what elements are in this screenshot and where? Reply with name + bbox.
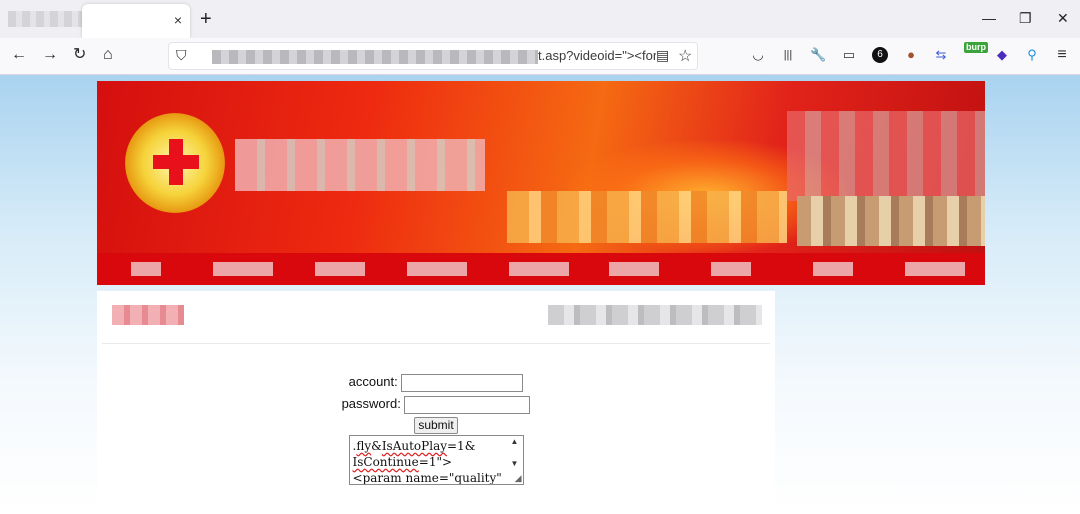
purple-diamond-icon[interactable]: ◆ [994, 47, 1010, 63]
site-nav-bar [97, 253, 985, 285]
injected-login-form: account: password: submit .fly&IsAutoPla… [97, 371, 775, 488]
navigation-toolbar: ← → ↻ ⌂ ⛉ t.asp?videoid="><form action="… [0, 38, 1080, 75]
red-cross-horizontal [153, 155, 199, 169]
site-nav-item[interactable] [813, 262, 853, 276]
submit-button[interactable]: submit [414, 417, 458, 434]
account-input[interactable] [401, 373, 524, 392]
forward-arrow-icon[interactable]: → [42, 46, 58, 64]
new-tab-button[interactable]: + [200, 8, 212, 30]
site-nav-item[interactable] [131, 262, 161, 276]
scroll-up-icon[interactable]: ▲ [511, 437, 519, 447]
address-bar[interactable]: ⛉ t.asp?videoid="><form action="http://1… [168, 42, 698, 70]
scroll-down-icon[interactable]: ▼ [511, 459, 519, 469]
web-page: account: password: submit .fly&IsAutoPla… [0, 75, 1080, 514]
site-nav-item[interactable] [213, 262, 273, 276]
password-label: password: [341, 396, 401, 411]
textarea-line: .fly&IsAutoPlay=1& [352, 439, 476, 453]
active-tab[interactable]: × [82, 4, 190, 38]
password-row: password: [97, 393, 775, 415]
back-arrow-icon[interactable]: ← [11, 46, 27, 64]
redacted-breadcrumb [548, 305, 762, 325]
burp-icon[interactable]: burp [964, 42, 988, 53]
banner-redacted-title [235, 139, 485, 191]
banner-redacted-buildings [797, 196, 985, 246]
account-label: account: [348, 374, 398, 389]
reader-view-icon[interactable]: ▤ [656, 47, 669, 64]
tab-close-icon[interactable]: × [174, 12, 182, 28]
background-tab[interactable] [8, 11, 82, 27]
site-nav-item[interactable] [711, 262, 751, 276]
site-nav-item[interactable] [609, 262, 659, 276]
wrench-icon[interactable]: 🔧 [810, 47, 826, 63]
url-text[interactable]: t.asp?videoid="><form action="http://127… [538, 48, 656, 63]
minimize-button[interactable]: — [982, 9, 996, 27]
close-window-button[interactable]: ✕ [1057, 9, 1069, 27]
site-nav-item[interactable] [407, 262, 467, 276]
payload-textarea[interactable]: .fly&IsAutoPlay=1& IsContinue=1"> <param… [348, 435, 524, 485]
url-redacted-segment [212, 50, 538, 64]
pin-icon[interactable]: ⚲ [1024, 47, 1040, 63]
site-nav-item[interactable] [905, 262, 965, 276]
reload-icon[interactable]: ↻ [73, 46, 86, 64]
content-panel: account: password: submit .fly&IsAutoPla… [97, 291, 775, 506]
site-nav-item[interactable] [315, 262, 365, 276]
textarea-line: IsContinue=1"> [352, 455, 453, 469]
site-nav-item[interactable] [509, 262, 569, 276]
banner-redacted-slogan [507, 191, 787, 243]
sync-icon[interactable]: ⇆ [933, 47, 949, 63]
site-banner [97, 81, 985, 285]
banner-redacted-image [787, 111, 985, 201]
redacted-section-title [112, 305, 184, 325]
home-icon[interactable]: ⌂ [103, 46, 113, 64]
password-input[interactable] [404, 395, 531, 414]
content-header [102, 291, 770, 344]
bookmark-star-icon[interactable]: ☆ [678, 46, 692, 66]
textarea-line: <param name="quality" [352, 471, 502, 485]
pocket-icon[interactable]: ◡ [750, 47, 766, 63]
cookie-icon[interactable]: ● [903, 47, 919, 63]
restore-button[interactable]: ❐ [1019, 9, 1032, 27]
library-icon[interactable]: ||| [780, 47, 796, 63]
menu-icon[interactable]: ≡ [1054, 47, 1070, 63]
tab-strip: × + — ❐ ✕ [0, 0, 1080, 38]
sidebar-icon[interactable]: ▭ [841, 47, 857, 63]
tracking-shield-icon[interactable]: ⛉ [176, 47, 187, 64]
extension-6-icon[interactable]: 6 [872, 47, 888, 63]
textarea-content[interactable]: .fly&IsAutoPlay=1& IsContinue=1"> <param… [348, 435, 524, 485]
resize-grip-icon[interactable]: ◢ [515, 473, 522, 484]
account-row: account: [97, 371, 775, 393]
